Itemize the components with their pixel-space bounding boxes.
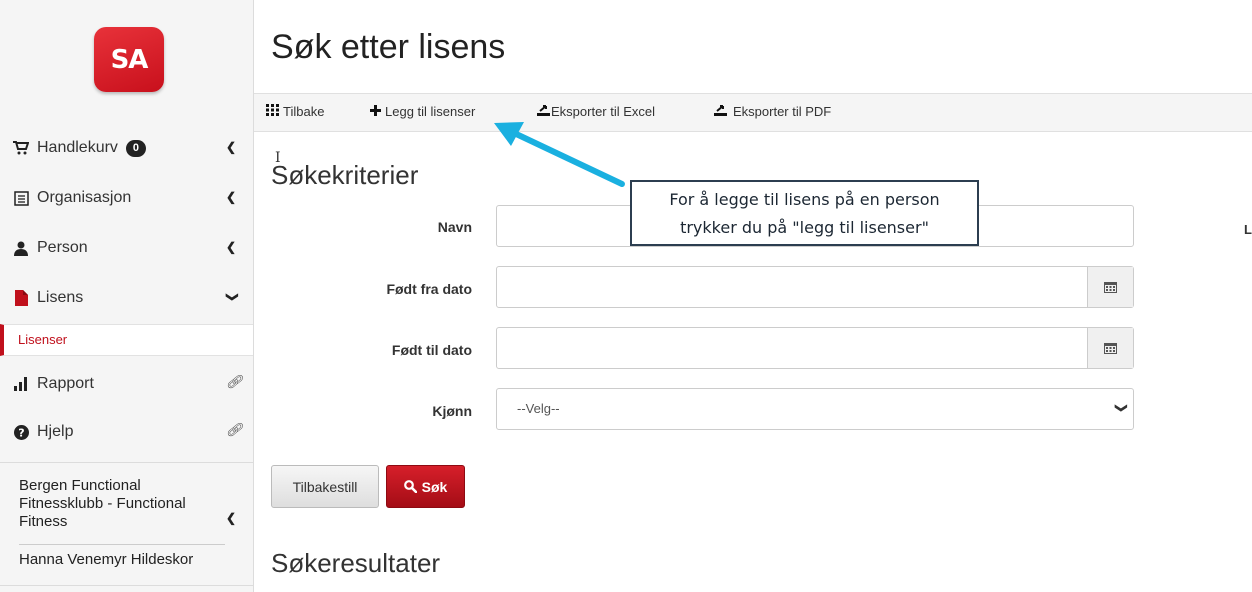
calendar-icon[interactable] xyxy=(1087,328,1133,368)
sidebar-item-label: Rapport xyxy=(37,375,94,392)
external-link-icon: 🔗︎ xyxy=(226,374,243,389)
sidebar: SA Handlekurv 0 ❮ Organisasjon ❮ Person … xyxy=(0,0,254,592)
add-licenses-label: Legg til lisenser xyxy=(385,104,476,119)
annotation-callout: For å legge til lisens på en person tryk… xyxy=(630,180,979,246)
reset-label: Tilbakestill xyxy=(292,478,358,495)
search-criteria-heading: Søkekriterier xyxy=(271,160,419,190)
sidebar-subitem-lisenser[interactable]: Lisenser xyxy=(0,324,253,356)
sidebar-item-label: Person xyxy=(37,239,88,256)
gender-label: Kjønn xyxy=(432,403,472,419)
cart-count-badge: 0 xyxy=(125,139,146,157)
org-name: Bergen Functional Fitnessklubb - Functio… xyxy=(19,477,186,530)
back-button[interactable]: Tilbake xyxy=(266,104,324,119)
external-link-icon: 🔗︎ xyxy=(226,422,243,437)
list-icon xyxy=(13,190,29,206)
calendar-icon[interactable] xyxy=(1087,267,1133,307)
chevron-down-icon: ❮ xyxy=(1112,402,1127,414)
gender-select[interactable]: --Velg-- ❮ xyxy=(496,388,1134,430)
annotation-arrow-icon xyxy=(494,122,625,187)
partial-label: L xyxy=(1244,222,1252,237)
bar-chart-icon xyxy=(13,376,29,392)
search-icon xyxy=(403,480,417,493)
chevron-left-icon: ❮ xyxy=(226,511,237,525)
chevron-down-icon: ❮ xyxy=(224,291,239,303)
question-circle-icon: ? xyxy=(13,424,29,440)
sidebar-item-hjelp[interactable]: ? Hjelp 🔗︎ xyxy=(0,408,253,456)
sidebar-item-rapport[interactable]: Rapport 🔗︎ xyxy=(0,360,253,408)
chevron-left-icon: ❮ xyxy=(226,240,237,254)
search-label: Søk xyxy=(421,478,448,495)
divider xyxy=(19,544,225,545)
export-icon xyxy=(714,104,727,119)
svg-text:?: ? xyxy=(18,426,24,439)
page-title: Søk etter lisens xyxy=(271,28,506,66)
annotation-line-1: For å legge til lisens på en person xyxy=(669,190,940,209)
user-icon xyxy=(13,240,29,256)
search-results-heading: Søkeresultater xyxy=(271,548,441,578)
sa-logo[interactable]: SA xyxy=(94,27,164,92)
export-pdf-label: Eksporter til PDF xyxy=(733,104,832,119)
grid-icon xyxy=(266,104,279,119)
cart-icon xyxy=(13,140,29,156)
sidebar-item-lisens[interactable]: Lisens ❮ xyxy=(0,274,253,322)
sidebar-item-label: Organisasjon xyxy=(37,189,132,206)
add-licenses-button[interactable]: Legg til lisenser xyxy=(370,104,475,119)
toolbar: Tilbake Legg til lisenser Eksporter til … xyxy=(254,93,1252,132)
born-to-label: Født til dato xyxy=(391,342,472,358)
sidebar-item-label: Hjelp xyxy=(37,423,74,440)
reset-button[interactable]: Tilbakestill xyxy=(271,465,379,508)
born-to-input[interactable] xyxy=(496,327,1134,369)
org-selector[interactable]: Bergen Functional Fitnessklubb - Functio… xyxy=(0,462,253,586)
sidebar-item-organisasjon[interactable]: Organisasjon ❮ xyxy=(0,174,253,222)
sidebar-item-handlekurv[interactable]: Handlekurv 0 ❮ xyxy=(0,124,253,172)
sidebar-item-person[interactable]: Person ❮ xyxy=(0,224,253,272)
plus-icon xyxy=(370,104,381,119)
back-label: Tilbake xyxy=(283,104,325,119)
export-pdf-button[interactable]: Eksporter til PDF xyxy=(714,104,831,119)
user-name: Hanna Venemyr Hildeskor xyxy=(19,551,194,568)
gender-selected-value: --Velg-- xyxy=(517,401,560,416)
logo-text: SA xyxy=(110,44,149,75)
born-from-input[interactable] xyxy=(496,266,1134,308)
logo-area: SA xyxy=(0,0,253,108)
born-from-label: Født fra dato xyxy=(386,281,472,297)
sidebar-item-label: Handlekurv xyxy=(37,139,118,156)
name-label: Navn xyxy=(437,219,472,235)
file-icon xyxy=(13,290,29,306)
chevron-left-icon: ❮ xyxy=(226,190,237,204)
search-button[interactable]: Søk xyxy=(386,465,465,508)
sidebar-item-label: Lisens xyxy=(37,289,84,306)
chevron-left-icon: ❮ xyxy=(226,140,237,154)
annotation-line-2: trykker du på "legg til lisenser" xyxy=(680,218,929,237)
